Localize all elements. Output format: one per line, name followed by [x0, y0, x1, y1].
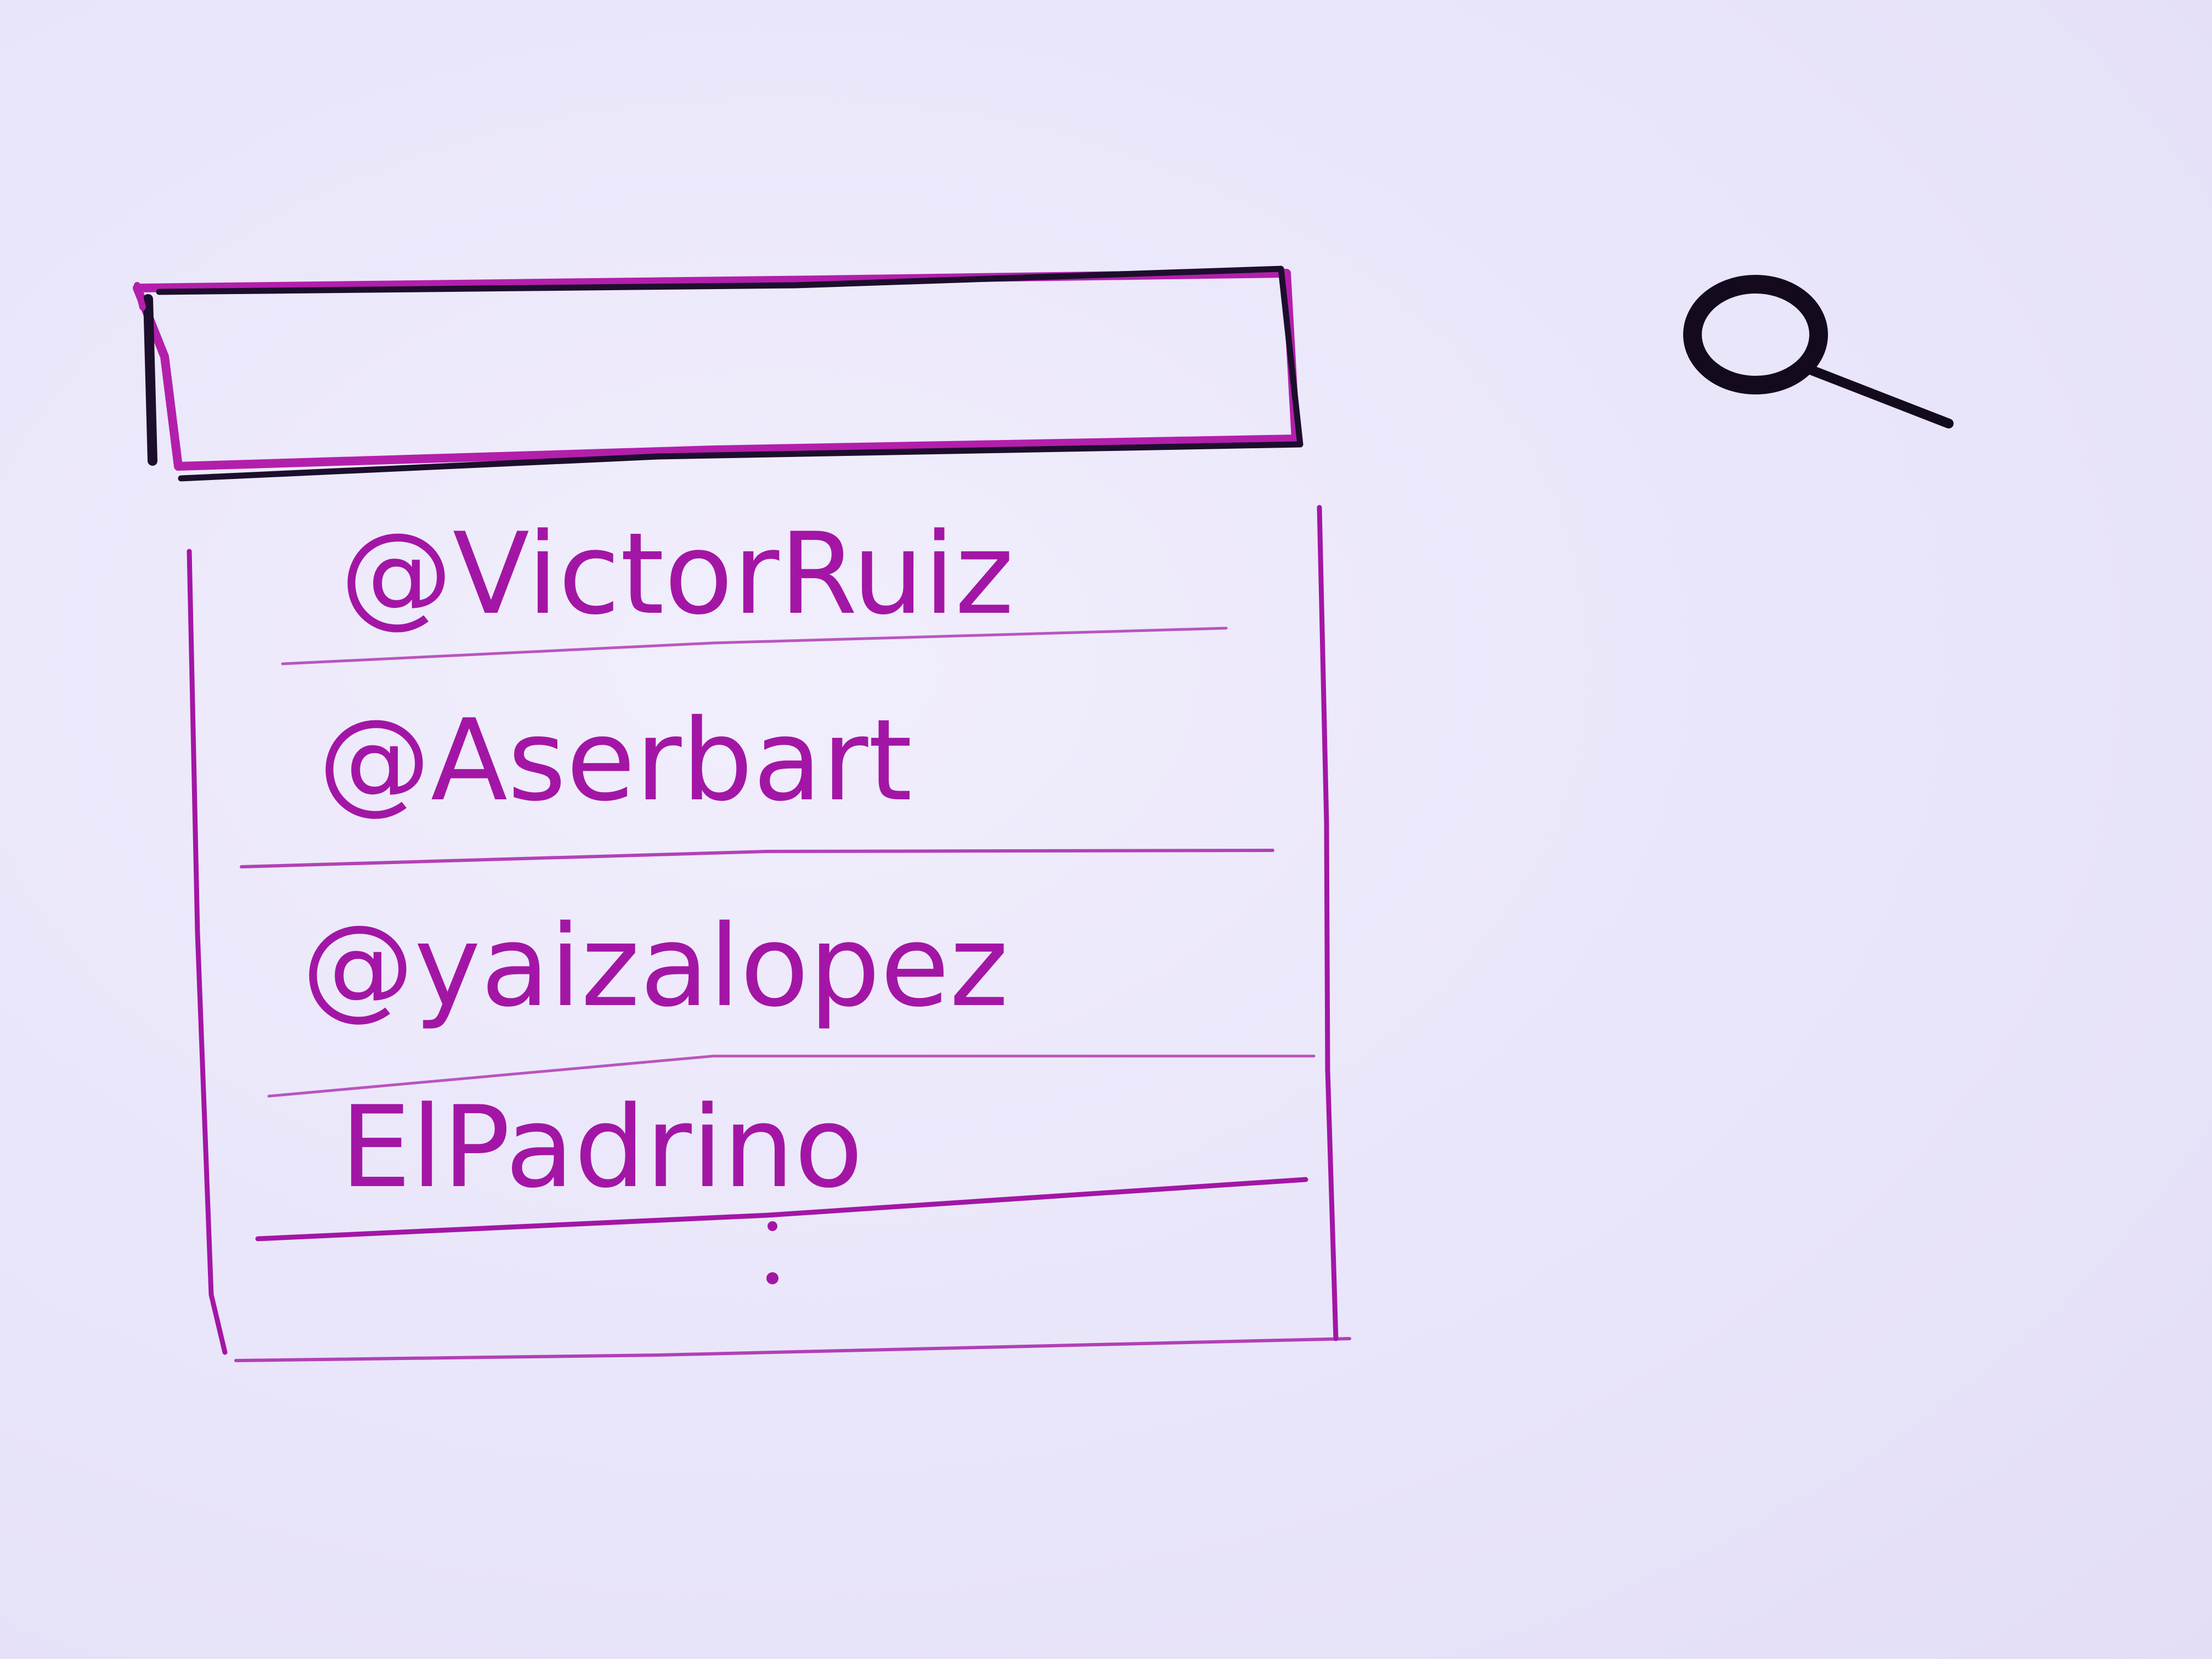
suggestion-list: @VictorRuiz @Aserbart @yaizalopez ElPadr… — [208, 483, 1317, 1339]
suggestion-label: @VictorRuiz — [340, 509, 1014, 640]
suggestion-label: @Aserbart — [318, 696, 912, 826]
suggestion-item-victorruiz[interactable]: @VictorRuiz — [208, 494, 1317, 653]
suggestion-item-yaizalopez[interactable]: @yaizalopez — [208, 861, 1317, 1059]
search-input[interactable] — [145, 277, 1303, 469]
search-button[interactable] — [1668, 263, 1964, 450]
suggestion-item-aserbart[interactable]: @Aserbart — [208, 653, 1317, 861]
suggestion-label: @yaizalopez — [302, 901, 1009, 1032]
suggestion-label: ElPadrino — [340, 1082, 864, 1213]
more-items-indicator — [766, 1221, 778, 1284]
magnifier-icon — [1683, 275, 1954, 428]
suggestion-item-elpadrino[interactable]: ElPadrino — [208, 1059, 1317, 1223]
search-input-container — [145, 277, 1303, 469]
